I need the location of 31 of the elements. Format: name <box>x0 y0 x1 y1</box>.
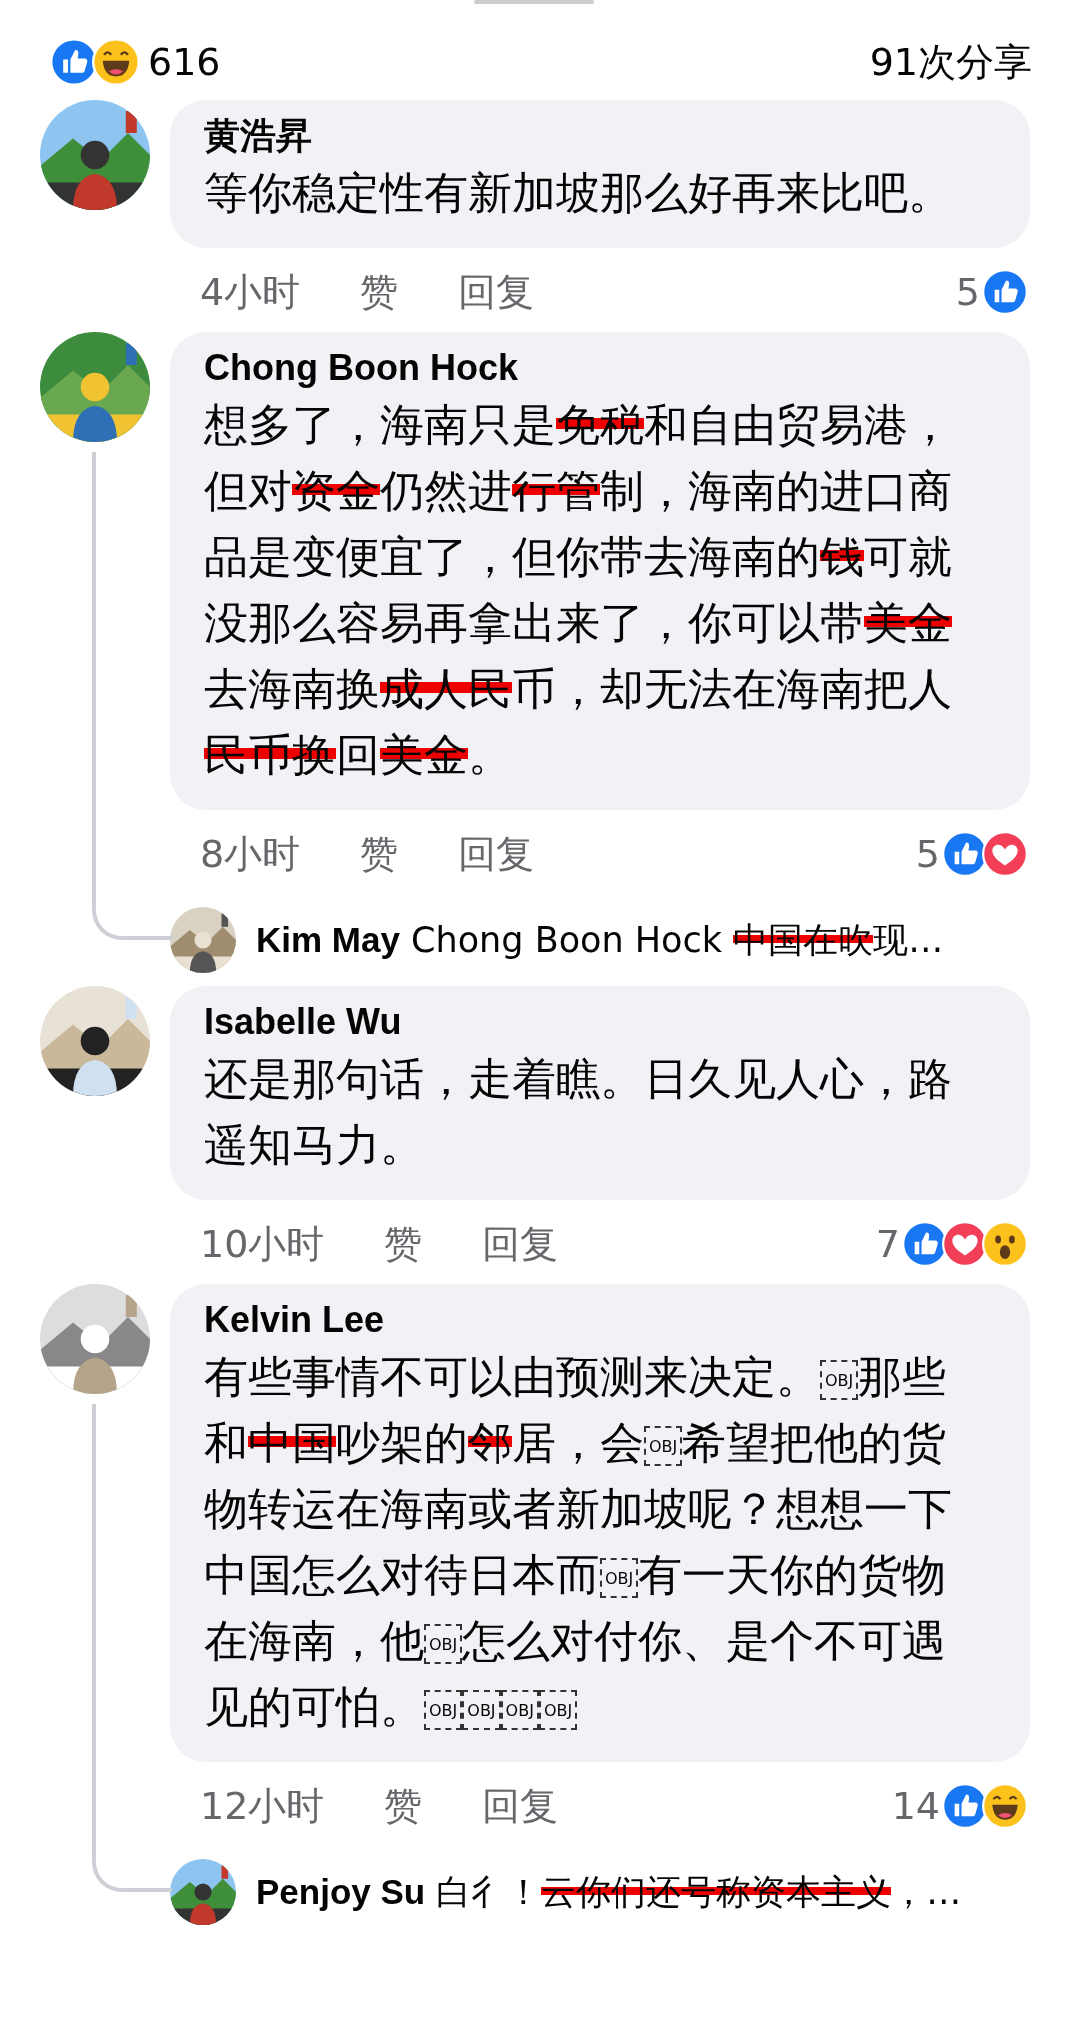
author-name[interactable]: Kelvin Lee <box>204 1296 970 1344</box>
timestamp: 10小时 <box>200 1220 325 1268</box>
reply-link[interactable]: 回复 <box>458 263 535 321</box>
author-name[interactable]: Chong Boon Hock <box>204 344 970 392</box>
reply-link[interactable]: 回复 <box>482 1215 559 1273</box>
reply-link[interactable]: 回复 <box>482 1777 559 1835</box>
comment-text: 等你稳定性有新加坡那么好再来比吧。 <box>204 166 953 220</box>
comment-text: 有些事情不可以由预测来决定。OBJ 那些和中国吵架的邻居，会 OBJ 希望把他的货物转运在海南或者新加坡呢？想想一下中国怎么对待日本而 OBJ 有一天你的货物在海南，他 OBJ 怎么对付你、是个不可遇见的可怕。OBJ OBJ OBJ OBJ <box>204 1350 953 1734</box>
reaction-count: 5 <box>915 830 940 878</box>
like-link[interactable]: 赞 <box>360 263 399 321</box>
author-name[interactable]: Isabelle Wu <box>204 998 970 1046</box>
reaction-count: 14 <box>891 1782 940 1830</box>
timestamp: 4小时 <box>200 268 301 316</box>
timestamp: 8小时 <box>200 830 301 878</box>
laughing-emoji-icon <box>982 1783 1028 1829</box>
timestamp: 12小时 <box>200 1782 325 1830</box>
reaction-count: 7 <box>875 1220 900 1268</box>
like-link[interactable]: 赞 <box>384 1777 423 1835</box>
reaction-count: 5 <box>955 268 980 316</box>
like-link[interactable]: 赞 <box>360 825 399 883</box>
like-link[interactable]: 赞 <box>384 1215 423 1273</box>
comment-text: 还是那句话，走着瞧。日久见人心，路遥知马力。 <box>204 1052 953 1172</box>
reply-link[interactable]: 回复 <box>458 825 535 883</box>
surprised-emoji-icon <box>982 1221 1028 1267</box>
author-name[interactable]: 黄浩昇 <box>204 112 970 160</box>
laughing-emoji-icon <box>92 38 140 86</box>
reaction-count[interactable]: 616 <box>148 33 221 91</box>
share-count[interactable]: 91次分享 <box>869 33 1032 91</box>
drag-handle[interactable] <box>474 0 594 4</box>
comment-text: 想多了，海南只是免税和自由贸易港，但对资金仍然进行管制，海南的进口商品是变便宜了，但你带去海南的钱可就没那么容易再拿出来了，你可以带美金 去海南换成人民币，却无法在海南把人 民币换回美金。 <box>204 398 953 782</box>
like-icon <box>982 269 1028 315</box>
